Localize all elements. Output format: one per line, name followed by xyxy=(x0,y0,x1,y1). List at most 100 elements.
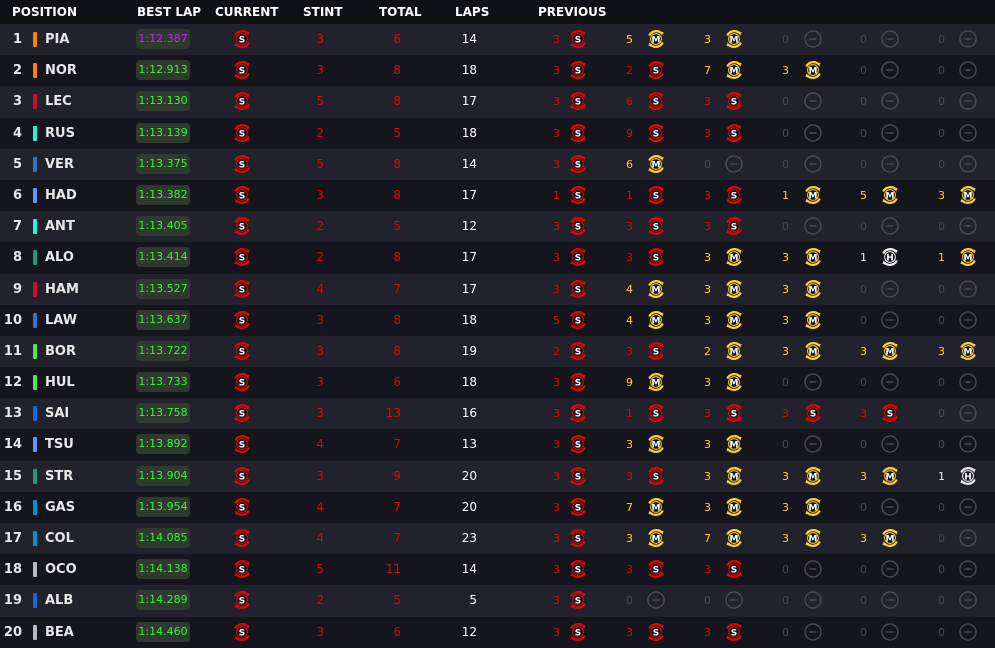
driver-code[interactable]: LAW xyxy=(45,305,77,336)
team-color-bar xyxy=(33,156,37,172)
driver-code[interactable]: COL xyxy=(45,523,74,554)
previous-stint-laps: 3 xyxy=(553,376,560,390)
driver-code[interactable]: HUL xyxy=(45,367,75,398)
previous-stint-laps: 0 xyxy=(938,126,945,140)
table-row[interactable]: 15 STR 1:13.904 S 3 9 20 3 S 3 S 3 M 3 M 3 M 1 H xyxy=(0,460,995,492)
table-row[interactable]: 9 HAM 1:13.527 S 4 7 17 3 S 4 M 3 M 3 M 0 0 xyxy=(0,273,995,305)
header-total[interactable]: TOTAL xyxy=(379,5,422,19)
previous-tyre-medium-icon: M xyxy=(880,466,900,486)
svg-text:S: S xyxy=(653,254,659,264)
previous-tyre-soft-icon: S xyxy=(568,310,588,330)
total-laps: 8 xyxy=(393,312,401,327)
current-tyre-soft-icon: S xyxy=(232,434,252,454)
laps-count: 17 xyxy=(461,281,477,296)
current-tyre-soft-icon: S xyxy=(232,622,252,642)
laps-count: 14 xyxy=(461,156,477,171)
svg-text:S: S xyxy=(731,223,737,233)
table-row[interactable]: 4 RUS 1:13.139 S 2 5 18 3 S 9 S 3 S 0 0 0 xyxy=(0,117,995,149)
table-row[interactable]: 3 LEC 1:13.130 S 5 8 17 3 S 6 S 3 S 0 0 0 xyxy=(0,86,995,118)
stint-laps: 5 xyxy=(316,156,324,171)
table-row[interactable]: 20 BEA 1:14.460 S 3 6 12 3 S 3 S 3 S 0 0 0 xyxy=(0,616,995,648)
previous-stint-laps: 0 xyxy=(782,95,789,109)
driver-code[interactable]: NOR xyxy=(45,55,77,86)
previous-tyre-soft-icon: S xyxy=(568,466,588,486)
header-previous[interactable]: PREVIOUS xyxy=(538,5,607,19)
table-row[interactable]: 2 NOR 1:12.913 S 3 8 18 3 S 2 S 7 M 3 M 0 0 xyxy=(0,55,995,87)
table-row[interactable]: 13 SAI 1:13.758 S 3 13 16 3 S 1 S 3 S 3 S 3 S 0 xyxy=(0,398,995,430)
driver-code[interactable]: ALO xyxy=(45,242,74,273)
previous-stint-laps: 0 xyxy=(938,282,945,296)
table-row[interactable]: 18 OCO 1:14.138 S 5 11 14 3 S 3 S 3 S 0 0 0 xyxy=(0,554,995,586)
best-lap-time: 1:13.733 xyxy=(136,372,190,393)
table-row[interactable]: 17 COL 1:14.085 S 4 7 23 3 S 3 M 7 M 3 M 3 M 0 xyxy=(0,523,995,555)
table-row[interactable]: 19 ALB 1:14.289 S 2 5 5 3 S 0 0 0 0 0 xyxy=(0,585,995,617)
driver-code[interactable]: STR xyxy=(45,461,73,492)
header-best-lap[interactable]: BEST LAP xyxy=(137,5,201,19)
previous-stint-laps: 2 xyxy=(704,344,711,358)
svg-text:M: M xyxy=(652,316,661,326)
previous-tyre-empty-icon xyxy=(958,497,978,517)
table-row[interactable]: 1 PIA 1:12.387 S 3 6 14 3 S 5 M 3 M 0 0 0 xyxy=(0,24,995,56)
previous-tyre-empty-icon xyxy=(880,29,900,49)
driver-code[interactable]: BEA xyxy=(45,617,74,648)
stint-laps: 4 xyxy=(316,531,324,545)
previous-tyre-soft-icon: S xyxy=(568,497,588,517)
team-color-bar xyxy=(33,375,37,391)
previous-tyre-soft-icon: S xyxy=(880,403,900,423)
previous-stint-laps: 3 xyxy=(626,344,633,358)
previous-tyre-soft-icon: S xyxy=(568,559,588,579)
team-color-bar xyxy=(33,32,37,47)
driver-code[interactable]: ANT xyxy=(45,211,75,242)
driver-code[interactable]: VER xyxy=(45,149,74,180)
previous-stint-laps: 6 xyxy=(626,95,633,109)
table-row[interactable]: 14 TSU 1:13.892 S 4 7 13 3 S 3 M 3 M 0 0 0 xyxy=(0,429,995,461)
previous-stint-laps: 3 xyxy=(553,407,560,421)
driver-code[interactable]: HAM xyxy=(45,274,79,305)
svg-text:M: M xyxy=(886,472,895,482)
previous-stint-laps: 3 xyxy=(860,469,867,483)
svg-text:S: S xyxy=(575,503,581,513)
previous-tyre-soft-icon: S xyxy=(646,123,666,143)
table-row[interactable]: 12 HUL 1:13.733 S 3 6 18 3 S 9 M 3 M 0 0 0 xyxy=(0,367,995,399)
driver-code[interactable]: BOR xyxy=(45,336,76,367)
svg-text:M: M xyxy=(964,347,973,357)
driver-code[interactable]: SAI xyxy=(45,398,69,429)
header-laps[interactable]: LAPS xyxy=(455,5,489,19)
laps-count: 5 xyxy=(469,593,477,608)
svg-text:S: S xyxy=(575,472,581,482)
position-number: 14 xyxy=(3,437,22,453)
team-color-bar xyxy=(33,187,37,203)
svg-text:S: S xyxy=(239,98,245,108)
svg-text:S: S xyxy=(239,254,245,264)
previous-tyre-medium-icon: M xyxy=(880,341,900,361)
driver-code[interactable]: ALB xyxy=(45,585,73,616)
driver-code[interactable]: LEC xyxy=(45,86,72,117)
table-row[interactable]: 8 ALO 1:13.414 S 2 8 17 3 S 3 S 3 M 3 M 1 H 1 M xyxy=(0,242,995,274)
driver-code[interactable]: GAS xyxy=(45,492,75,523)
previous-tyre-empty-icon xyxy=(880,434,900,454)
team-color-bar xyxy=(33,499,37,515)
current-tyre-soft-icon: S xyxy=(232,403,252,423)
driver-code[interactable]: HAD xyxy=(45,180,77,211)
driver-code[interactable]: PIA xyxy=(45,24,69,55)
header-position[interactable]: POSITION xyxy=(12,5,77,19)
table-row[interactable]: 11 BOR 1:13.722 S 3 8 19 2 S 3 S 2 M 3 M 3 M 3 M xyxy=(0,335,995,368)
table-row[interactable]: 5 VER 1:13.375 S 5 8 14 3 S 6 M 0 0 0 0 xyxy=(0,148,995,180)
driver-code[interactable]: OCO xyxy=(45,554,77,585)
table-row[interactable]: 16 GAS 1:13.954 S 4 7 20 3 S 7 M 3 M 3 M 0 0 xyxy=(0,491,995,523)
position-number: 4 xyxy=(12,125,22,141)
driver-code[interactable]: RUS xyxy=(45,118,75,149)
previous-stint-laps: 3 xyxy=(704,188,711,202)
previous-tyre-empty-icon xyxy=(880,279,900,299)
driver-code[interactable]: TSU xyxy=(45,429,74,460)
table-row[interactable]: 10 LAW 1:13.637 S 3 8 18 5 S 4 M 3 M 3 M 0 0 xyxy=(0,304,995,336)
previous-stint-laps: 0 xyxy=(782,625,789,639)
previous-tyre-empty-icon xyxy=(803,29,823,49)
svg-text:S: S xyxy=(653,129,659,139)
header-stint[interactable]: STINT xyxy=(303,5,343,19)
table-row[interactable]: 6 HAD 1:13.382 S 3 8 17 1 S 1 S 3 S 1 M 5 M 3 M xyxy=(0,179,995,212)
header-current[interactable]: CURRENT xyxy=(215,5,278,19)
svg-text:S: S xyxy=(239,285,245,295)
table-row[interactable]: 7 ANT 1:13.405 S 2 5 12 3 S 3 S 3 S 0 0 0 xyxy=(0,211,995,243)
total-laps: 6 xyxy=(393,624,401,639)
